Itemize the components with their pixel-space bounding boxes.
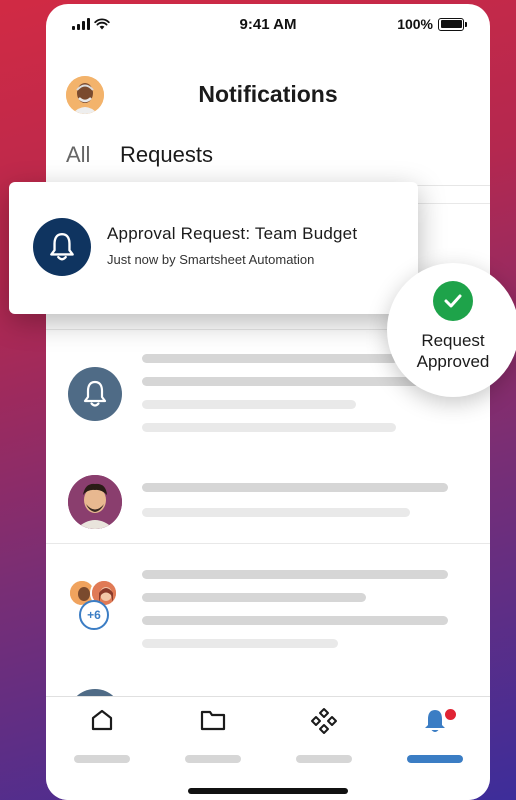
nav-label-placeholder	[296, 755, 352, 763]
request-approved-badge: Request Approved	[387, 263, 516, 397]
user-avatar	[68, 475, 122, 529]
approval-request-card[interactable]: Approval Request: Team Budget Just now b…	[9, 182, 418, 314]
placeholder-line	[142, 483, 448, 492]
nav-home[interactable]	[74, 707, 130, 763]
placeholder-line	[142, 593, 366, 602]
bell-icon	[50, 233, 74, 261]
nav-label-placeholder	[407, 755, 463, 763]
bell-icon	[83, 380, 107, 407]
check-icon	[444, 294, 462, 308]
card-title: Approval Request: Team Budget	[107, 224, 358, 243]
card-subtitle: Just now by Smartsheet Automation	[107, 252, 315, 267]
tab-all[interactable]: All	[66, 142, 90, 168]
page-title: Notifications	[198, 81, 338, 107]
placeholder-line	[142, 423, 396, 432]
approved-line-2: Approved	[416, 352, 490, 371]
placeholder-line	[142, 400, 356, 409]
placeholder-line	[142, 639, 338, 648]
tab-requests[interactable]: Requests	[120, 142, 213, 168]
nav-label-placeholder	[185, 755, 241, 763]
phone-screen: 9:41 AM 100% Notifications All Requests	[46, 4, 490, 800]
grid-diamond-icon	[311, 708, 337, 734]
placeholder-line	[142, 616, 448, 625]
home-icon	[91, 709, 113, 731]
placeholder-line	[142, 508, 410, 517]
more-members-count: +6	[79, 600, 109, 630]
placeholder-line	[142, 377, 448, 386]
nav-notifications[interactable]	[407, 707, 463, 763]
group-avatars: +6	[68, 579, 128, 635]
divider	[46, 543, 490, 544]
tab-bar: All Requests	[46, 138, 490, 186]
nav-label-placeholder	[74, 755, 130, 763]
success-indicator	[433, 281, 473, 321]
nav-browse[interactable]	[185, 707, 241, 763]
approved-label: Request Approved	[387, 330, 516, 372]
status-bar: 9:41 AM 100%	[46, 4, 490, 46]
placeholder-line	[142, 354, 398, 363]
folder-icon	[200, 710, 226, 731]
notification-avatar	[68, 367, 122, 421]
notification-avatar	[33, 218, 91, 276]
nav-workapps[interactable]	[296, 707, 352, 763]
approved-line-1: Request	[421, 331, 485, 350]
placeholder-line	[142, 570, 448, 579]
notification-badge	[443, 707, 458, 722]
battery-status: 100%	[397, 16, 467, 32]
home-indicator	[188, 788, 348, 794]
bottom-navigation	[46, 696, 490, 800]
battery-percent: 100%	[397, 16, 433, 32]
battery-icon	[438, 17, 467, 31]
